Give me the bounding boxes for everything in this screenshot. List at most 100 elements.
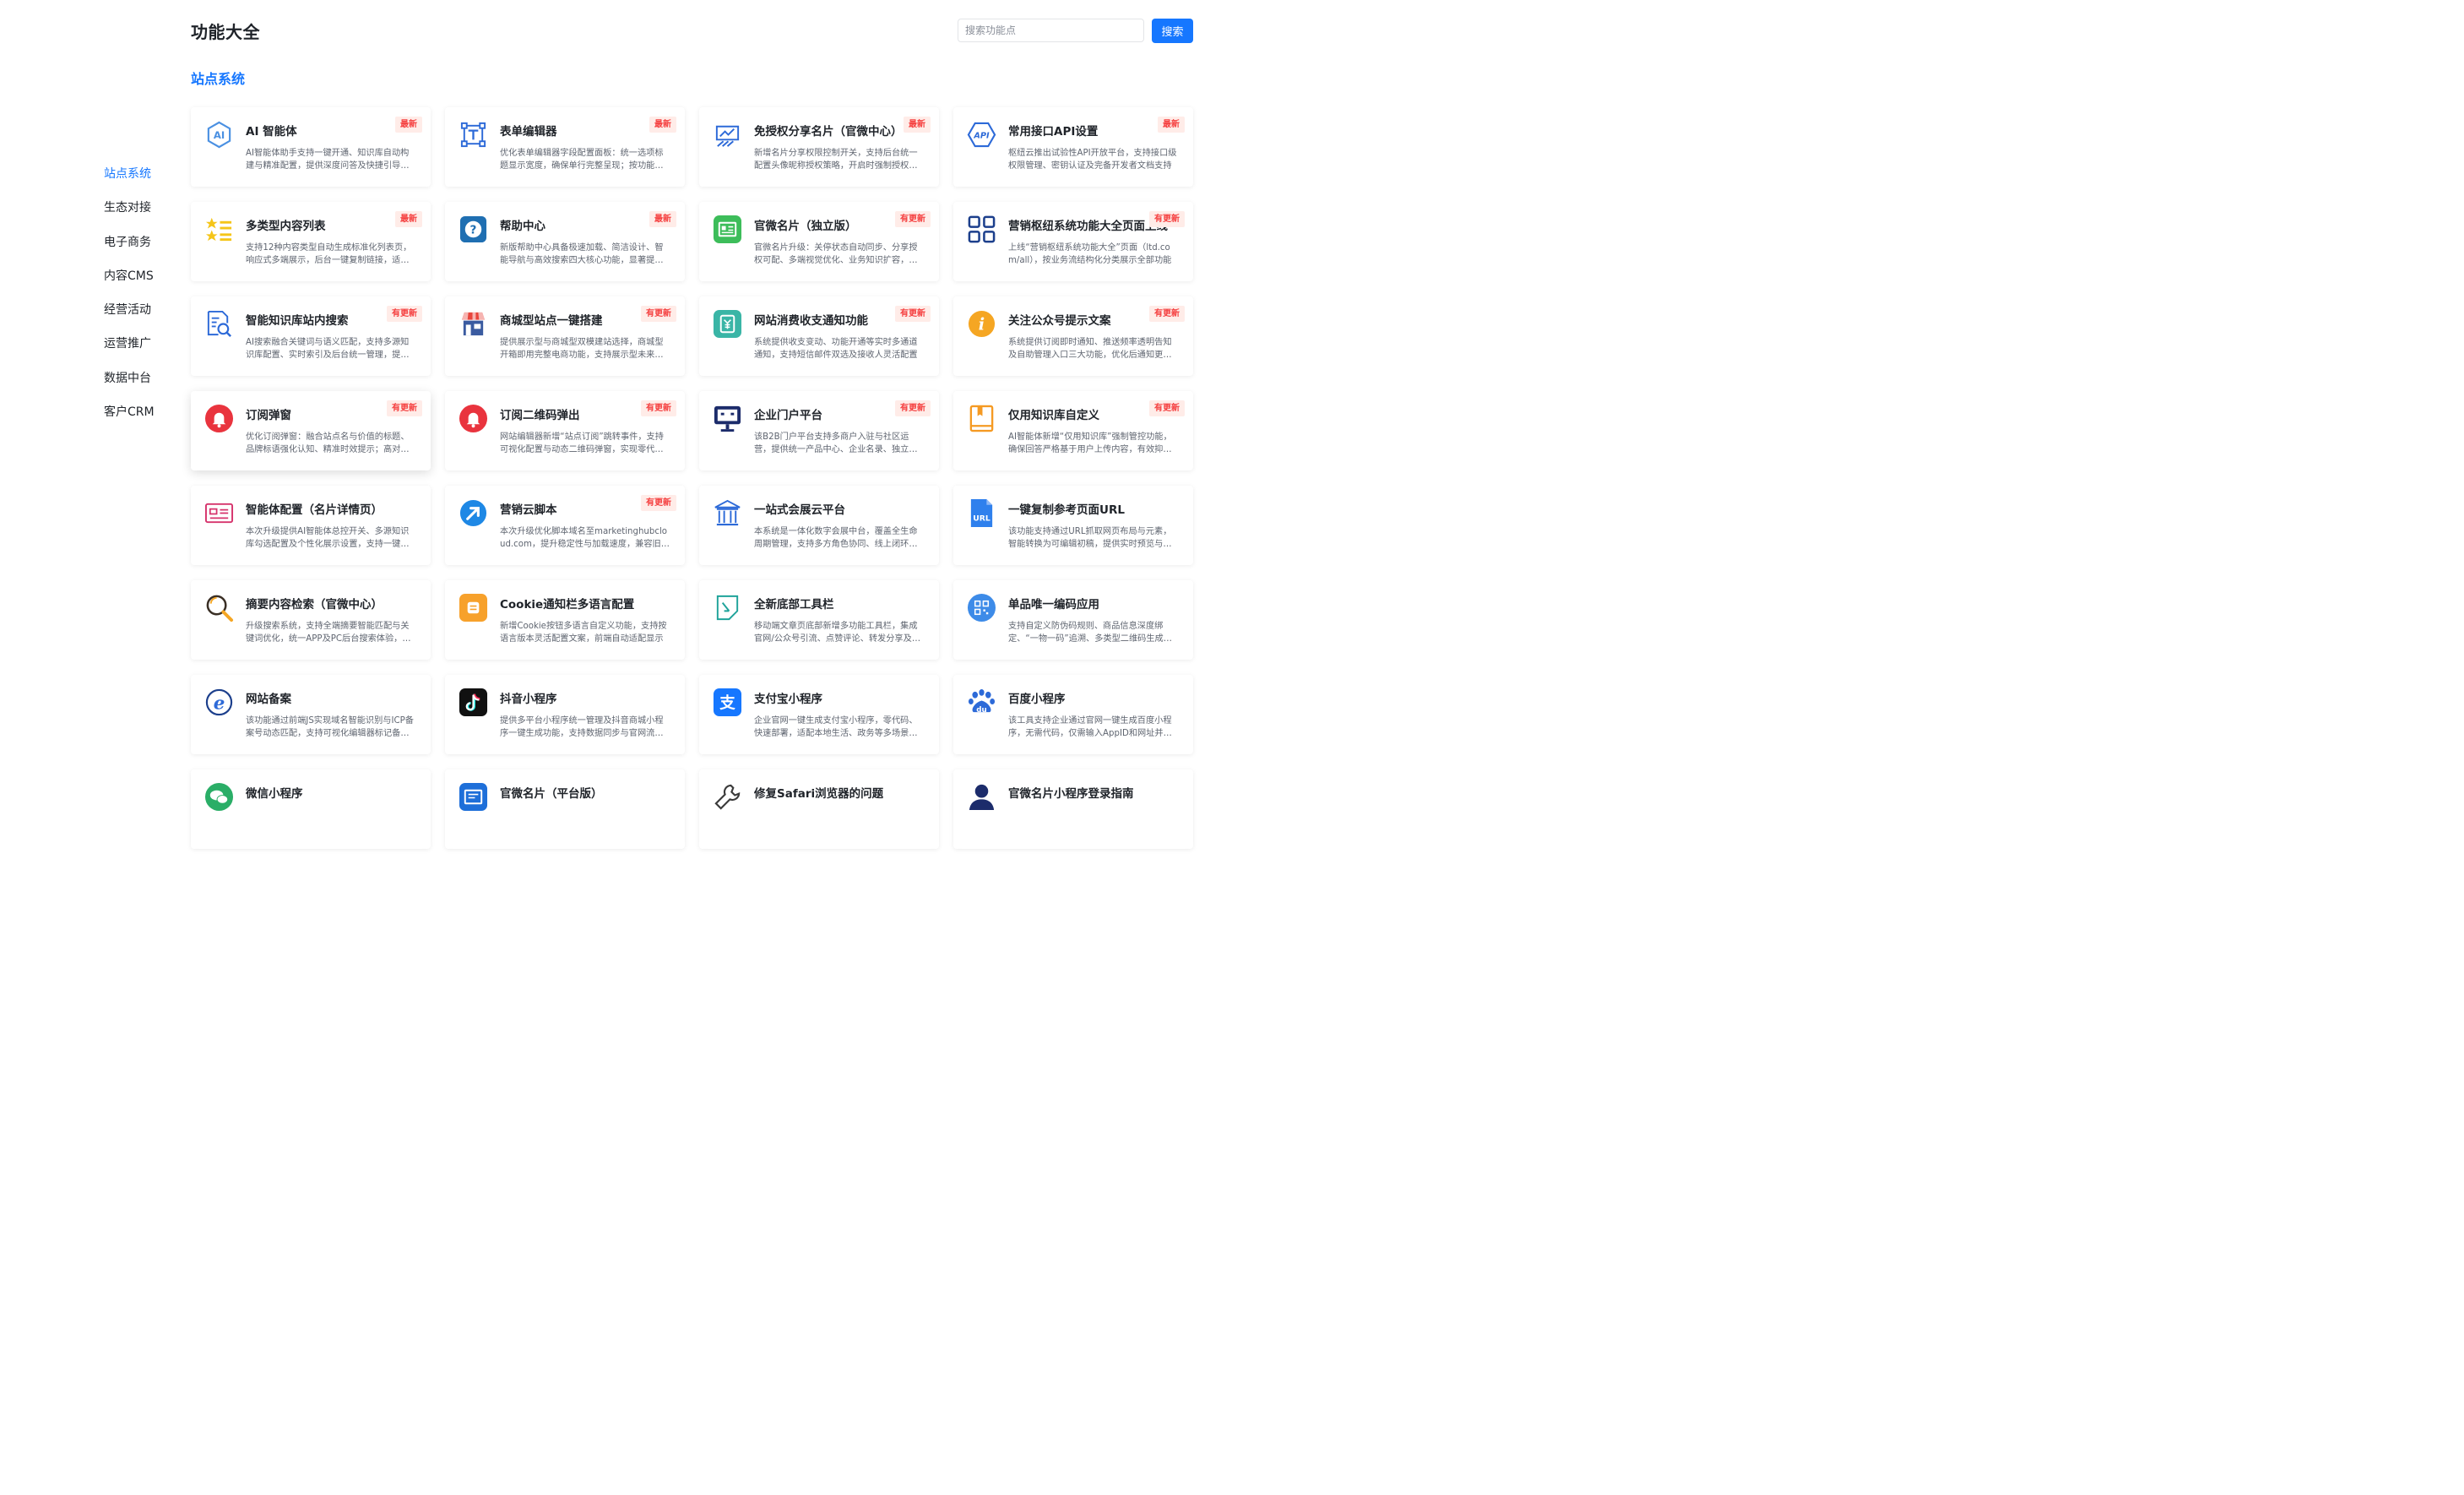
wechat-card-icon bbox=[459, 782, 488, 812]
feature-card[interactable]: 抖音小程序 提供多平台小程序统一管理及抖音商城小程序一键生成功能，支持数据同步与官… bbox=[445, 675, 685, 754]
status-badge: 有更新 bbox=[641, 306, 676, 322]
card-description: 该工具支持企业通过官网一键生成百度小程序，无需代码，仅需输入AppID和网址并提… bbox=[1008, 716, 1172, 738]
tiktok-icon bbox=[459, 688, 488, 717]
marketing-arrow-icon bbox=[459, 498, 488, 528]
feature-card[interactable]: 企业门户平台 该B2B门户平台支持多商户入驻与社区运营，提供统一产品中心、企业名录… bbox=[699, 391, 939, 470]
feature-card[interactable]: 智能体配置（名片详情页） 本次升级提供AI智能体总控开关、多源知识库勾选配置及个性… bbox=[191, 486, 431, 565]
bell-red-icon bbox=[459, 404, 488, 433]
alipay-icon: 支 bbox=[713, 688, 742, 717]
sidebar-item[interactable]: 站点系统 bbox=[104, 166, 180, 199]
status-badge: 最新 bbox=[395, 211, 422, 227]
section-title: 站点系统 bbox=[191, 71, 246, 87]
status-badge: 有更新 bbox=[1149, 400, 1185, 416]
feature-card[interactable]: 支 支付宝小程序 企业官网一键生成支付宝小程序，零代码、快速部署，适配本地生活、政务… bbox=[699, 675, 939, 754]
feature-card[interactable]: 表单编辑器 优化表单编辑器字段配置面板：统一选项标题显示宽度，确保单行完整呈现；按… bbox=[445, 107, 685, 187]
card-title: 微信小程序 bbox=[246, 787, 303, 801]
feature-card[interactable]: 微信小程序 bbox=[191, 769, 431, 849]
svg-text:i: i bbox=[979, 314, 985, 334]
feature-card[interactable]: 修复Safari浏览器的问题 bbox=[699, 769, 939, 849]
feature-card[interactable]: 官微名片（独立版） 官微名片升级：关停状态自动同步、分享授权可配、多端视觉优化、业… bbox=[699, 202, 939, 281]
card-description: 该功能通过前端JS实现域名智能识别与ICP备案号动态匹配，支持可视化编辑器标记备… bbox=[246, 716, 414, 738]
feature-card[interactable]: 全新底部工具栏 移动端文章页底部新增多功能工具栏，集成官网/公众号引流、点赞评论、… bbox=[699, 580, 939, 660]
card-description: 本次升级提供AI智能体总控开关、多源知识库勾选配置及个性化展示设置，支持一键启用 bbox=[246, 527, 410, 549]
sidebar-item[interactable]: 客户CRM bbox=[104, 404, 180, 438]
card-description: 升级搜索系统，支持全端摘要智能匹配与关键词优化，统一APP及PC后台搜索体验，提… bbox=[246, 622, 411, 644]
card-description: 移动端文章页底部新增多功能工具栏，集成官网/公众号引流、点赞评论、转发分享及收藏 bbox=[754, 622, 920, 644]
card-description: 新版帮助中心具备极速加载、简洁设计、智能导航与高效搜索四大核心功能，显著提升体验 bbox=[500, 243, 664, 265]
card-description: 该B2B门户平台支持多商户入驻与社区运营，提供统一产品中心、企业名录、独立站点 bbox=[754, 432, 918, 454]
sidebar-item[interactable]: 内容CMS bbox=[104, 268, 180, 302]
bell-red-icon bbox=[204, 404, 234, 433]
feature-card[interactable]: i 关注公众号提示文案 系统提供订阅即时通知、推送频率透明告知及自助管理入口三大功能… bbox=[953, 296, 1193, 376]
feature-card[interactable]: 免授权分享名片（官微中心） 新增名片分享权限控制开关，支持后台统一配置头像昵称授权… bbox=[699, 107, 939, 187]
feature-card[interactable]: du 百度小程序 该工具支持企业通过官网一键生成百度小程序，无需代码，仅需输入App… bbox=[953, 675, 1193, 754]
feature-card[interactable]: 单品唯一编码应用支持自定义防伪码规则、商品信息深度绑定、“一物一码”追溯、多类型… bbox=[953, 580, 1193, 660]
wechat-icon bbox=[204, 782, 234, 812]
status-badge: 有更新 bbox=[895, 306, 931, 322]
card-description: 提供多平台小程序统一管理及抖音商城小程序一键生成功能，支持数据同步与官网流量互通 bbox=[500, 716, 664, 738]
card-title: 支付宝小程序 bbox=[754, 693, 822, 706]
sidebar-item[interactable]: 经营活动 bbox=[104, 302, 180, 335]
feature-card[interactable]: 官微名片（平台版） bbox=[445, 769, 685, 849]
feature-card[interactable]: AI AI 智能体 AI智能体助手支持一键开通、知识库自动构建与精准配置，提供深度问… bbox=[191, 107, 431, 187]
magnifier-icon bbox=[204, 593, 234, 622]
status-badge: 有更新 bbox=[895, 211, 931, 227]
feature-card[interactable]: e 网站备案 该功能通过前端JS实现域名智能识别与ICP备案号动态匹配，支持可视化编… bbox=[191, 675, 431, 754]
feature-card[interactable]: 摘要内容检索（官微中心） 升级搜索系统，支持全端摘要智能匹配与关键词优化，统一AP… bbox=[191, 580, 431, 660]
card-description: 优化表单编辑器字段配置面板：统一选项标题显示宽度，确保单行完整呈现；按功能模块分… bbox=[500, 149, 664, 171]
help-question-icon: ? bbox=[459, 215, 488, 244]
feature-card[interactable]: 一站式会展云平台 本系统是一体化数字会展中台，覆盖全生命周期管理，支持多方角色协同… bbox=[699, 486, 939, 565]
feature-card[interactable]: 订阅弹窗 优化订阅弹窗：融合站点名与价值的标题、品牌标语强化认知、精准时效提示；高… bbox=[191, 391, 431, 470]
feature-card[interactable]: 多类型内容列表 支持12种内容类型自动生成标准化列表页，响应式多端展示，后台一键复… bbox=[191, 202, 431, 281]
card-description: AI智能体助手支持一键开通、知识库自动构建与精准配置，提供深度问答及快捷引导功能 bbox=[246, 149, 410, 171]
status-badge: 有更新 bbox=[641, 495, 676, 511]
search-button[interactable]: 搜索 bbox=[1152, 19, 1193, 43]
svg-text:URL: URL bbox=[973, 514, 990, 523]
wrench-icon bbox=[713, 782, 742, 812]
sidebar-item[interactable]: 生态对接 bbox=[104, 199, 180, 233]
feature-card[interactable]: API 常用接口API设置 枢纽云推出试验性API开放平台，支持接口级权限管理、密钥… bbox=[953, 107, 1193, 187]
card-title: 官微名片小程序登录指南 bbox=[1008, 787, 1134, 801]
feature-card[interactable]: 智能知识库站内搜索 AI搜索融合关键词与语义匹配，支持多源知识库配置、实时索引及后… bbox=[191, 296, 431, 376]
card-title: 官微名片（平台版） bbox=[500, 787, 603, 801]
ai-hexagon-icon: AI bbox=[204, 120, 234, 150]
feature-card[interactable]: 网站消费收支通知功能 系统提供收支变动、功能开通等实时多通道通知，支持短信邮件双选… bbox=[699, 296, 939, 376]
search-input[interactable] bbox=[958, 19, 1144, 42]
feature-card[interactable]: 订阅二维码弹出 网站编辑器新增“站点订阅”跳转事件，支持可视化配置与动态二维码弹窗… bbox=[445, 391, 685, 470]
svg-text:e: e bbox=[214, 693, 225, 714]
card-title: 单品唯一编码应用 bbox=[1008, 598, 1099, 612]
card-description: 官微名片升级：关停状态自动同步、分享授权可配、多端视觉优化、业务知识扩容，全面提… bbox=[754, 243, 918, 265]
status-badge: 最新 bbox=[649, 211, 676, 227]
business-card-icon bbox=[713, 215, 742, 244]
baidu-paw-icon: du bbox=[967, 688, 996, 717]
card-description: 支持自定义防伪码规则、商品信息深度绑定、“一物一码”追溯、多类型二维码生成及查询 bbox=[1008, 622, 1172, 644]
form-text-icon bbox=[459, 120, 488, 150]
card-description: 网站编辑器新增“站点订阅”跳转事件，支持可视化配置与动态二维码弹窗，实现零代码接… bbox=[500, 432, 664, 454]
status-badge: 有更新 bbox=[1149, 306, 1185, 322]
feature-card[interactable]: 营销枢纽系统功能大全页面上线 上线“营销枢纽系统功能大全”页面（ltd.com/a… bbox=[953, 202, 1193, 281]
card-description: 该功能支持通过URL抓取网页布局与元素，智能转换为可编辑初稿，提供实时预览与微调 bbox=[1008, 527, 1172, 549]
profile-card-icon bbox=[204, 498, 234, 528]
feature-card[interactable]: 营销云脚本 本次升级优化脚本域名至marketinghubcloud.com，提升… bbox=[445, 486, 685, 565]
card-title: Cookie通知栏多语言配置 bbox=[500, 598, 635, 612]
svg-text:AI: AI bbox=[214, 129, 225, 141]
sidebar-item[interactable]: 数据中台 bbox=[104, 370, 180, 404]
feature-card[interactable]: URL 一键复制参考页面URL 该功能支持通过URL抓取网页布局与元素，智能转换为可… bbox=[953, 486, 1193, 565]
card-description: 新增Cookie按钮多语言自定义功能，支持按语言版本灵活配置文案，前端自动适配显… bbox=[500, 622, 667, 644]
feature-grid: AI AI 智能体 AI智能体助手支持一键开通、知识库自动构建与精准配置，提供深度问… bbox=[191, 107, 1193, 849]
feature-card[interactable]: Cookie通知栏多语言配置新增Cookie按钮多语言自定义功能，支持按语言版本… bbox=[445, 580, 685, 660]
feature-card[interactable]: 商城型站点一键搭建 提供展示型与商城型双模建站选择，商城型开箱即用完整电商功能，支… bbox=[445, 296, 685, 376]
sidebar-item[interactable]: 电子商务 bbox=[104, 234, 180, 268]
card-description: 本系统是一体化数字会展中台，覆盖全生命周期管理，支持多方角色协同、线上闭环运营 bbox=[754, 527, 918, 549]
sidebar-item[interactable]: 运营推广 bbox=[104, 335, 180, 369]
status-badge: 有更新 bbox=[387, 400, 422, 416]
feature-card[interactable]: ? 帮助中心 新版帮助中心具备极速加载、简洁设计、智能导航与高效搜索四大核心功能，显… bbox=[445, 202, 685, 281]
feature-card[interactable]: 官微名片小程序登录指南 bbox=[953, 769, 1193, 849]
toolbar-edit-icon bbox=[713, 593, 742, 622]
status-badge: 有更新 bbox=[895, 400, 931, 416]
status-badge: 最新 bbox=[1158, 117, 1185, 133]
card-description: 新增名片分享权限控制开关，支持后台统一配置头像昵称授权策略，开启时强制授权获取 bbox=[754, 149, 918, 171]
feature-card[interactable]: 仅用知识库自定义 AI智能体新增“仅用知识库”强制管控功能，确保回答严格基于用户上… bbox=[953, 391, 1193, 470]
status-badge: 有更新 bbox=[1149, 211, 1185, 227]
status-badge: 有更新 bbox=[641, 400, 676, 416]
